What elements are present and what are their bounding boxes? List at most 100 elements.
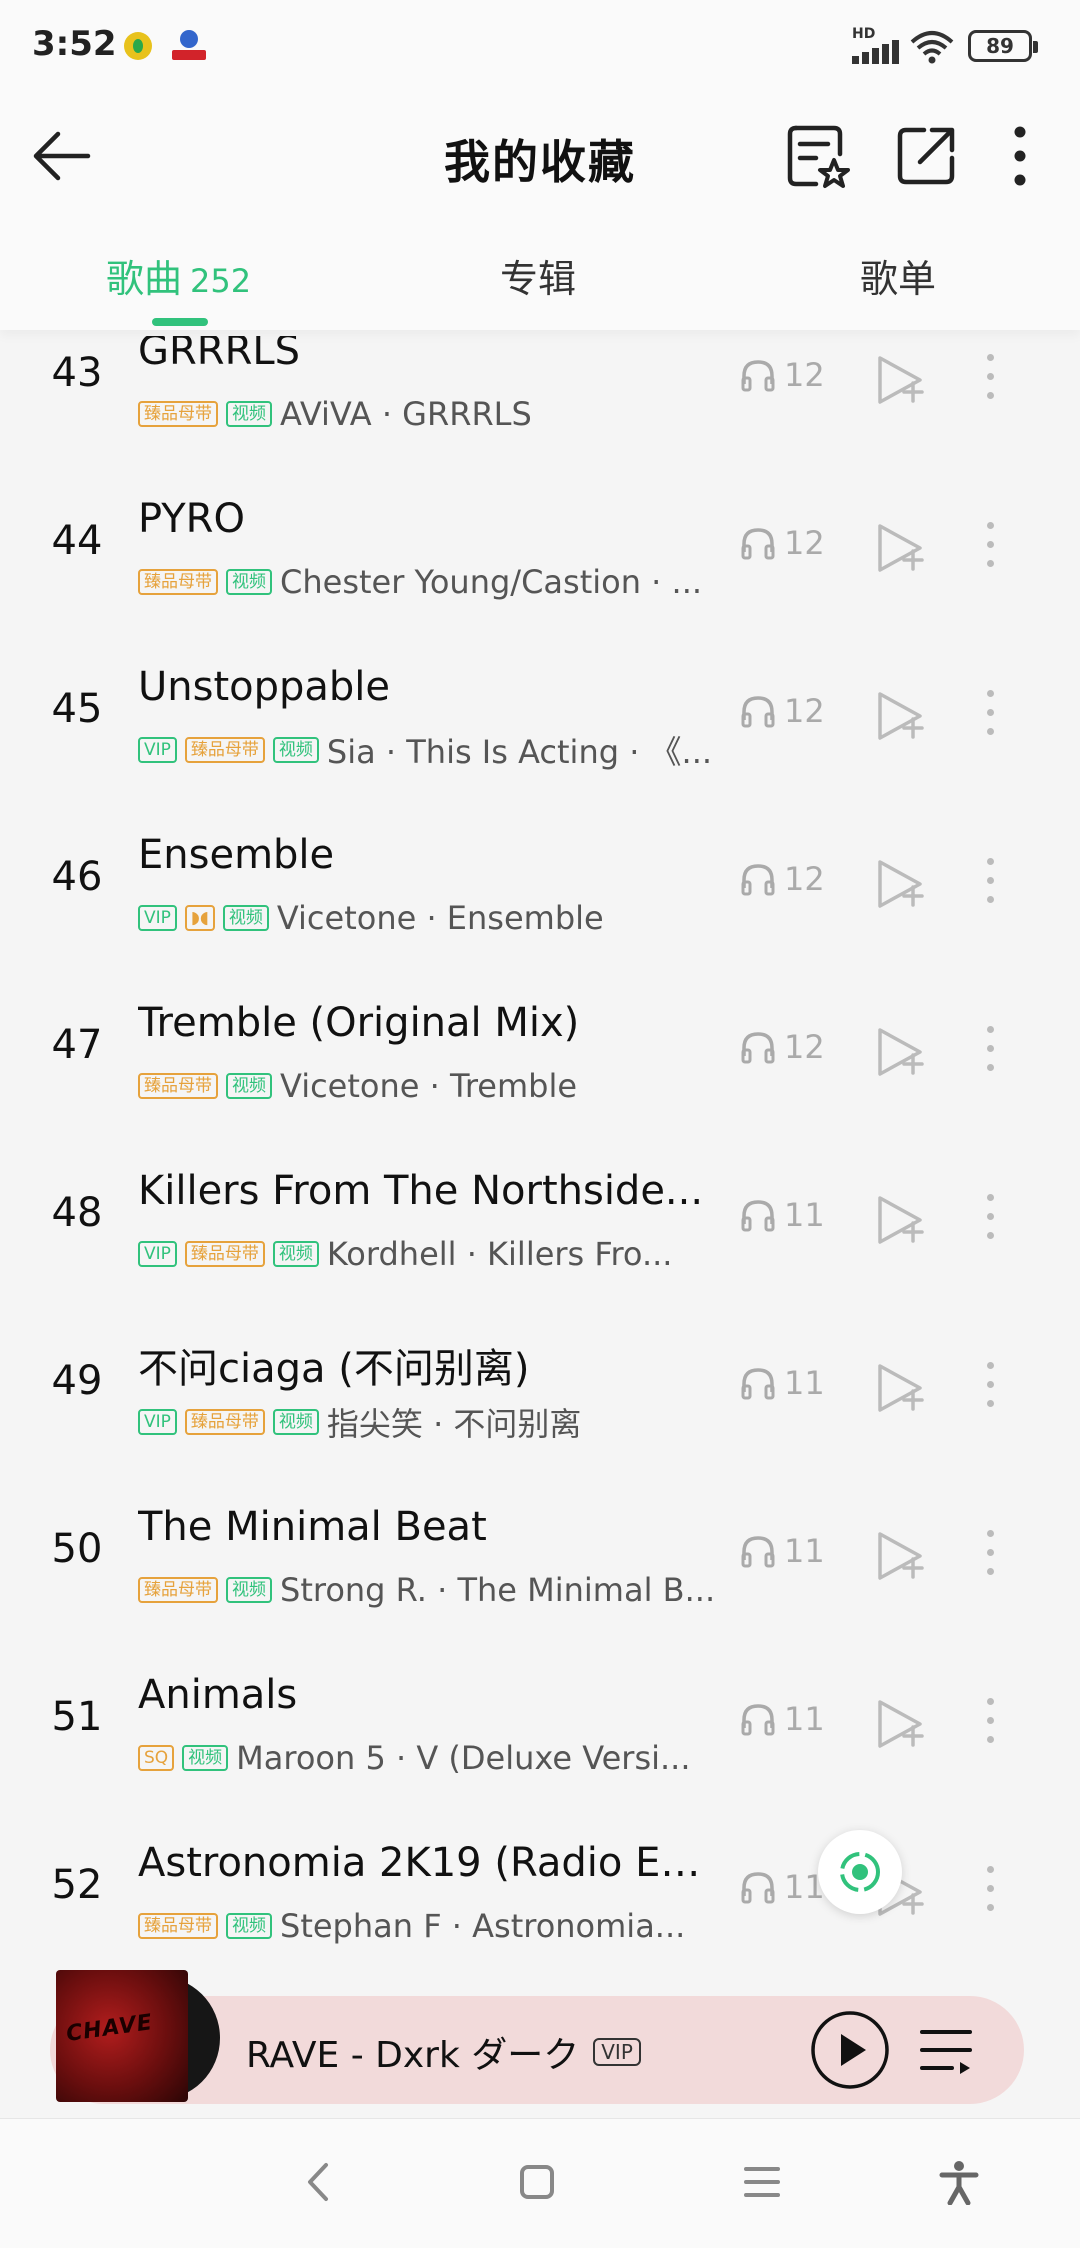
add-to-playlist-icon[interactable] [872,1528,928,1584]
song-title: Killers From The Northside... [138,1168,704,1214]
tab-songs[interactable]: 歌曲 252 [106,248,251,303]
headphone-icon [741,696,775,728]
quality-tag-video: 视频 [226,1073,272,1099]
song-artist-album: Strong R. · The Minimal B... [280,1571,716,1609]
quality-tag-gold: 臻品母带 [138,1073,218,1099]
song-index: 43 [51,350,103,396]
song-more-icon[interactable] [980,1026,1000,1078]
play-count-value: 11 [784,1196,825,1234]
tab-songs-label: 歌曲 [106,257,183,301]
tab-playlists[interactable]: 歌单 [860,248,936,303]
song-row[interactable]: 45 Unstoppable VIP 臻品母带 视频 Sia · This Is Acti… [0,630,1080,798]
play-button[interactable] [810,2010,890,2090]
quality-tag-gold: 臻品母带 [138,401,218,427]
more-vertical-icon[interactable] [984,120,1056,192]
song-more-icon[interactable] [980,1698,1000,1750]
tab-songs-count: 252 [190,262,252,300]
quality-tag-video: 视频 [226,401,272,427]
play-count: 12 [740,356,825,394]
play-count-value: 12 [784,692,825,730]
quality-tag-dolby: ◗◖ [184,905,215,931]
song-index: 45 [51,686,103,732]
locate-current-button[interactable] [818,1830,902,1914]
add-to-playlist-icon[interactable] [872,688,928,744]
nav-menu-icon[interactable] [742,2159,782,2205]
nav-back-icon[interactable] [298,2159,338,2205]
quality-tag-video: 视频 [272,1409,319,1435]
song-artist-album: Stephan F · Astronomia... [280,1907,686,1945]
tab-playlists-label: 歌单 [860,257,937,301]
add-to-playlist-icon[interactable] [872,1696,928,1752]
add-to-playlist-icon[interactable] [872,352,928,408]
song-row[interactable]: 47 Tremble (Original Mix) 臻品母带 视频 Vicetone ·… [0,966,1080,1134]
accessibility-icon[interactable] [936,2159,982,2205]
play-count: 11 [740,1196,825,1234]
locate-icon [840,1852,880,1892]
add-to-playlist-icon[interactable] [872,1192,928,1248]
quality-tag-video: 视频 [226,1577,272,1603]
add-to-playlist-icon[interactable] [872,1360,928,1416]
status-bar: 3:52 HD 89 [0,0,1080,92]
song-title: Ensemble [138,832,335,878]
music-app-notification-icon [124,32,152,60]
play-count: 12 [740,692,825,730]
play-count: 11 [740,1364,825,1402]
quality-tag-gold: 臻品母带 [138,1913,218,1939]
song-index: 48 [51,1190,103,1236]
song-row[interactable]: 51 Animals SQ 视频 Maroon 5 · V (Deluxe Versi.… [0,1638,1080,1806]
song-more-icon[interactable] [980,858,1000,910]
playlist-queue-icon[interactable] [916,2020,976,2080]
headphone-icon [741,1368,775,1400]
song-row[interactable]: 50 The Minimal Beat 臻品母带 视频 Strong R. · The … [0,1470,1080,1638]
song-index: 50 [51,1526,103,1572]
song-meta: VIP 臻品母带 视频 指尖笑 · 不问别离 [138,1400,720,1444]
song-more-icon[interactable] [980,522,1000,574]
quality-tag-gold: SQ [138,1745,175,1771]
song-row[interactable]: 48 Killers From The Northside... VIP 臻品母带 视频… [0,1134,1080,1302]
system-nav-bar [0,2118,1080,2248]
add-to-playlist-icon[interactable] [872,520,928,576]
song-more-icon[interactable] [980,690,1000,742]
play-count: 11 [740,1532,825,1570]
nav-home-icon[interactable] [516,2159,560,2205]
song-more-icon[interactable] [980,1866,1000,1918]
now-playing-song: RAVE - Dxrk ダーク [246,2035,580,2076]
song-artist-album: Maroon 5 · V (Deluxe Versi... [236,1739,691,1777]
album-art: CHAVE [56,1970,188,2102]
song-artist-album: Kordhell · Killers Fro... [326,1235,673,1273]
playlist-star-icon[interactable] [782,120,854,192]
headphone-icon [741,528,775,560]
song-meta: 臻品母带 视频 Vicetone · Tremble [138,1064,720,1108]
song-more-icon[interactable] [980,354,1000,406]
headphone-icon [741,1200,775,1232]
quality-tag-video: 视频 [182,1745,229,1771]
song-row[interactable]: 49 不问ciaga (不问别离) VIP 臻品母带 视频 指尖笑 · 不问别离 11 [0,1302,1080,1470]
headphone-icon [741,360,775,392]
song-more-icon[interactable] [980,1362,1000,1414]
song-row[interactable]: 43 GRRRLS 臻品母带 视频 AViVA · GRRRLS 12 [0,336,1080,462]
song-index: 46 [51,854,103,900]
share-external-icon[interactable] [890,120,962,192]
song-meta: 臻品母带 视频 AViVA · GRRRLS [138,392,720,436]
quality-tag-gold: 臻品母带 [138,1577,218,1603]
now-playing-title: RAVE - Dxrk ダーク VIP [246,2026,641,2078]
album-cover[interactable]: CHAVE [56,1970,220,2102]
song-row[interactable]: 46 Ensemble VIP ◗◖ 视频 Vicetone · Ensemble 12 [0,798,1080,966]
tab-indicator [152,318,208,326]
song-row[interactable]: 44 PYRO 臻品母带 视频 Chester Young/Castion · ... 1… [0,462,1080,630]
tab-albums[interactable]: 专辑 [500,248,576,303]
now-playing-vip-badge: VIP [593,2038,641,2066]
song-more-icon[interactable] [980,1194,1000,1246]
song-meta: VIP 臻品母带 视频 Kordhell · Killers Fro... [138,1232,720,1276]
add-to-playlist-icon[interactable] [872,1024,928,1080]
song-more-icon[interactable] [980,1530,1000,1582]
song-title: Tremble (Original Mix) [138,1000,580,1046]
song-list: 43 GRRRLS 臻品母带 视频 AViVA · GRRRLS 12 44 PYRO 臻品母带… [0,336,1080,1996]
song-row[interactable]: 52 Astronomia 2K19 (Radio Edit) 臻品母带 视频 Step… [0,1806,1080,1974]
play-count-value: 11 [784,1700,825,1738]
quality-tag-gold: 臻品母带 [184,1409,265,1435]
add-to-playlist-icon[interactable] [872,856,928,912]
top-app-bar: 我的收藏 [0,92,1080,220]
quality-tag-video: 视频 [272,1241,319,1267]
quality-tag-gold: 臻品母带 [184,737,265,763]
